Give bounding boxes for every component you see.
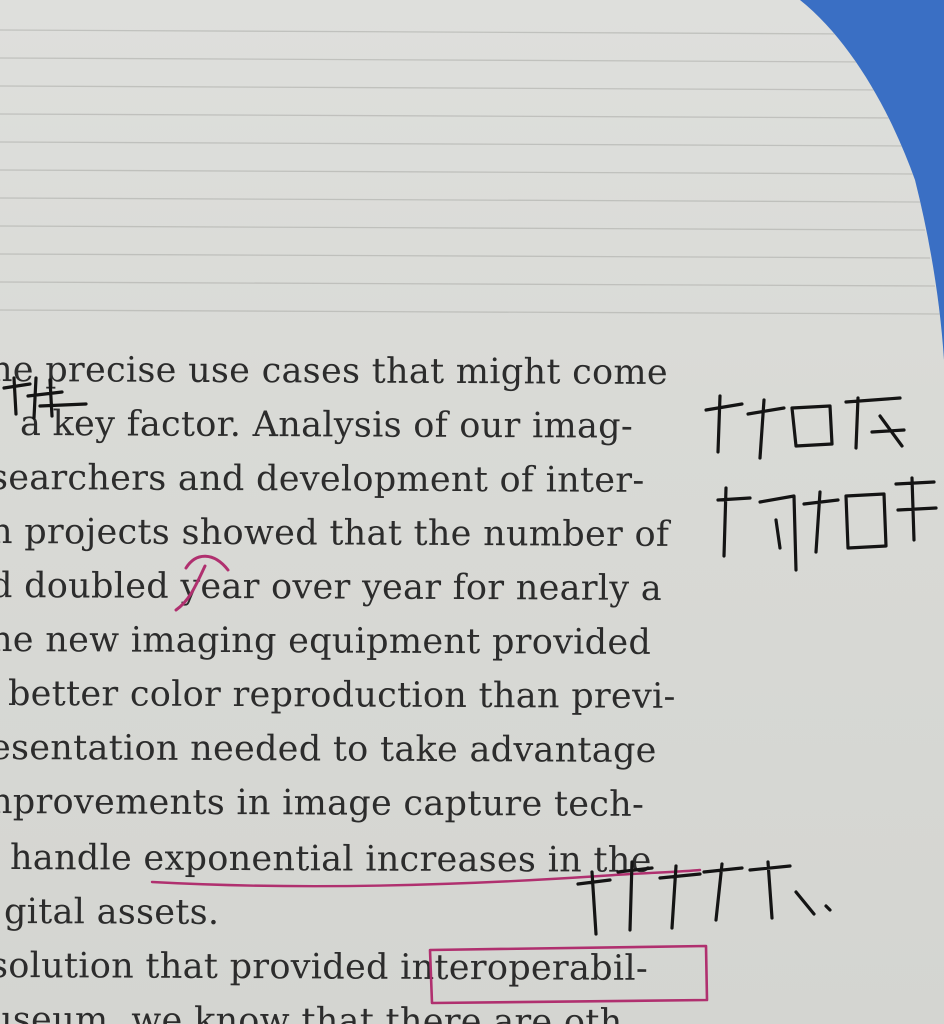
text-line-8: esentation needed to take advantage — [0, 728, 657, 771]
text-line-6: he new imaging equipment provided — [0, 620, 652, 663]
text-line-1: he precise use cases that might come — [0, 350, 669, 393]
text-line-7: better color reproduction than previ- — [7, 674, 676, 717]
text-line-12: solution that provided interoperabil- — [0, 946, 649, 989]
book-page: he precise use cases that might come a k… — [0, 0, 944, 1024]
text-line-3: searchers and development of inter- — [0, 458, 645, 501]
text-line-11: gital assets. — [3, 892, 220, 933]
text-line-10: handle exponential increases in the — [9, 838, 652, 881]
text-line-9: nprovements in image capture tech- — [0, 782, 645, 825]
text-line-5: d doubled year over year for nearly a — [0, 566, 663, 609]
show-through-lines — [0, 0, 944, 330]
photo-scene: he precise use cases that might come a k… — [0, 0, 944, 1024]
text-line-13: useum, we know that there are oth — [0, 1000, 623, 1024]
text-line-2: a key factor. Analysis of our imag- — [19, 404, 634, 447]
text-line-4: n projects showed that the number of — [0, 512, 670, 555]
